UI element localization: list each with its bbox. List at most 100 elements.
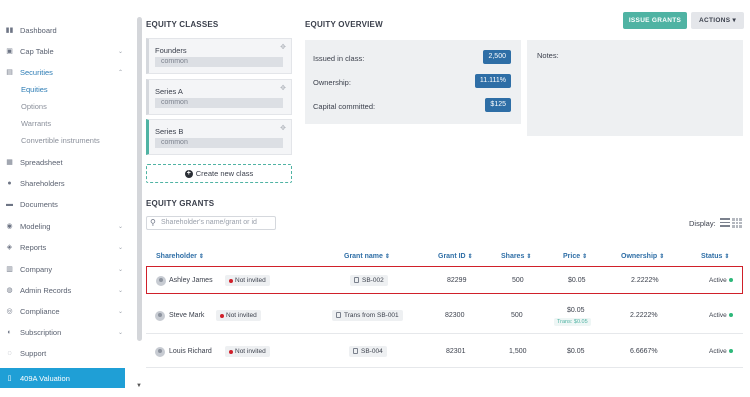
sidebar-item-securities[interactable]: ▤ Securities ⌃ [0,63,132,81]
shares-value: 1,500 [509,348,527,355]
class-type: common [155,57,283,67]
sidebar-subitem-warrants[interactable]: Warrants [21,119,51,128]
chevron-down-icon: ⌄ [118,329,124,336]
equity-overview-panel: Issued in class: 2,500 Ownership: 11.111… [305,40,521,124]
notes-panel[interactable]: Notes: [527,40,743,136]
support-icon: ◌ [7,349,12,357]
equity-overview-title: EQUITY OVERVIEW [305,20,383,29]
compliance-icon: ◎ [6,308,13,315]
create-new-class-label: Create new class [195,169,254,178]
sidebar-item-compliance[interactable]: ◎ Compliance ⌄ [0,302,132,320]
avatar [156,276,166,286]
sidebar-item-subscription[interactable]: ◐ Subscription ⌄ [0,323,132,341]
sidebar-item-label: Spreadsheet [20,157,63,167]
reports-icon: ◈ [6,244,13,251]
sidebar-subitem-equities[interactable]: Equities [21,85,48,94]
drag-handle-icon[interactable]: ✥ [280,84,286,92]
ownership-value: 2.2222% [631,277,659,284]
sidebar: ▮▮ Dashboard ▣ Cap Table ⌄ ▤ Securities … [0,0,132,397]
class-type: common [155,138,283,148]
list-view-icon[interactable] [720,218,730,227]
admin-records-icon: ◍ [6,287,13,294]
column-header-price[interactable]: Price ⇕ [563,253,587,260]
search-placeholder: Shareholder's name/grant or id [161,219,257,226]
column-header-ownership[interactable]: Ownership ⇕ [621,253,664,260]
document-icon [353,348,358,354]
sidebar-item-409a-valuation[interactable]: ▯ 409A Valuation [0,368,125,388]
equity-grants-title: EQUITY GRANTS [146,199,215,208]
chevron-up-icon: ⌃ [118,69,124,76]
column-header-shares[interactable]: Shares ⇕ [501,253,531,260]
sidebar-item-cap-table[interactable]: ▣ Cap Table ⌄ [0,42,132,60]
column-header-grant-name[interactable]: Grant name ⇕ [344,253,390,260]
display-label: Display: [689,219,716,228]
class-card-series-a[interactable]: Series A common ✥ [146,79,292,115]
documents-icon: ▬ [6,200,13,208]
drag-handle-icon[interactable]: ✥ [280,124,286,132]
sort-icon: ⇕ [198,254,204,260]
column-header-grant-id[interactable]: Grant ID ⇕ [438,253,473,260]
sidebar-subitem-convertible-instruments[interactable]: Convertible instruments [21,136,100,145]
scroll-down-arrow-icon[interactable]: ▼ [136,383,142,389]
drag-handle-icon[interactable]: ✥ [280,43,286,51]
sidebar-item-reports[interactable]: ◈ Reports ⌄ [0,238,132,256]
sidebar-item-shareholders[interactable]: ● Shareholders [0,174,132,192]
plus-circle-icon: + [184,169,193,178]
sort-icon: ⇕ [659,254,665,260]
table-row[interactable]: Steve Mark Not invited Trans from SB-001… [146,300,743,334]
shares-value: 500 [512,277,524,284]
sidebar-item-company[interactable]: ▥ Company ⌄ [0,260,132,278]
actions-dropdown-button[interactable]: ACTIONS ▾ [691,12,744,29]
class-name: Series B [155,127,184,136]
grant-name-badge[interactable]: SB-004 [349,346,387,357]
create-new-class-button[interactable]: + Create new class [146,164,292,183]
shareholder-name[interactable]: Ashley James [169,277,213,284]
chevron-down-icon: ⌄ [118,266,124,273]
shareholder-name[interactable]: Steve Mark [169,312,204,319]
ownership-value: 11.111% [474,74,511,88]
sidebar-item-modeling[interactable]: ◉ Modeling ⌄ [0,217,132,235]
chevron-down-icon: ⌄ [118,48,124,55]
sidebar-item-admin-records[interactable]: ◍ Admin Records ⌄ [0,281,132,299]
active-dot-icon [728,278,733,283]
sidebar-subitem-options[interactable]: Options [21,102,47,111]
invite-status-badge: Not invited [225,346,270,357]
price-value: $0.05 [567,307,585,314]
sort-icon: ⇕ [526,254,532,260]
dashboard-icon: ▮▮ [5,27,14,34]
grant-name-badge[interactable]: SB-002 [350,275,388,286]
issue-grants-button[interactable]: ISSUE GRANTS [623,12,687,29]
chevron-down-icon: ⌄ [118,244,124,251]
grant-name-badge[interactable]: Trans from SB-001 [332,310,403,321]
scrollbar[interactable] [137,17,142,341]
chevron-down-icon: ⌄ [118,287,124,294]
grant-id: 82301 [446,348,466,355]
class-card-series-b[interactable]: Series B common ✥ [146,119,292,155]
grants-search-input[interactable]: ⚲ Shareholder's name/grant or id [146,216,276,230]
price-value: $0.05 [568,277,586,284]
grid-view-icon[interactable] [732,218,742,228]
valuation-icon: ▯ [7,375,12,382]
status-badge: Active [709,277,733,284]
sidebar-item-dashboard[interactable]: ▮▮ Dashboard [0,21,132,39]
sidebar-item-support[interactable]: ◌ Support [0,344,132,362]
document-icon [354,277,359,283]
status-dot-icon [229,349,233,354]
class-card-founders[interactable]: Founders common ✥ [146,38,292,74]
price-value: $0.05 [567,348,585,355]
column-header-shareholder[interactable]: Shareholder ⇕ [156,253,204,260]
status-badge: Active [709,348,733,355]
shareholders-icon: ● [7,179,12,187]
status-dot-icon [229,278,233,283]
column-header-status[interactable]: Status ⇕ [701,253,729,260]
issued-in-class-label: Issued in class: [313,54,365,63]
sidebar-item-label: 409A Valuation [20,373,70,383]
sidebar-item-label: Cap Table [20,46,54,56]
sidebar-item-spreadsheet[interactable]: ▦ Spreadsheet [0,153,132,171]
grant-id: 82299 [447,277,467,284]
table-row[interactable]: Louis Richard Not invited SB-004 82301 1… [146,338,743,368]
shareholder-name[interactable]: Louis Richard [169,348,212,355]
sidebar-item-documents[interactable]: ▬ Documents [0,195,132,213]
table-row[interactable]: Ashley James Not invited SB-002 82299 50… [146,266,743,294]
securities-icon: ▤ [6,69,13,76]
